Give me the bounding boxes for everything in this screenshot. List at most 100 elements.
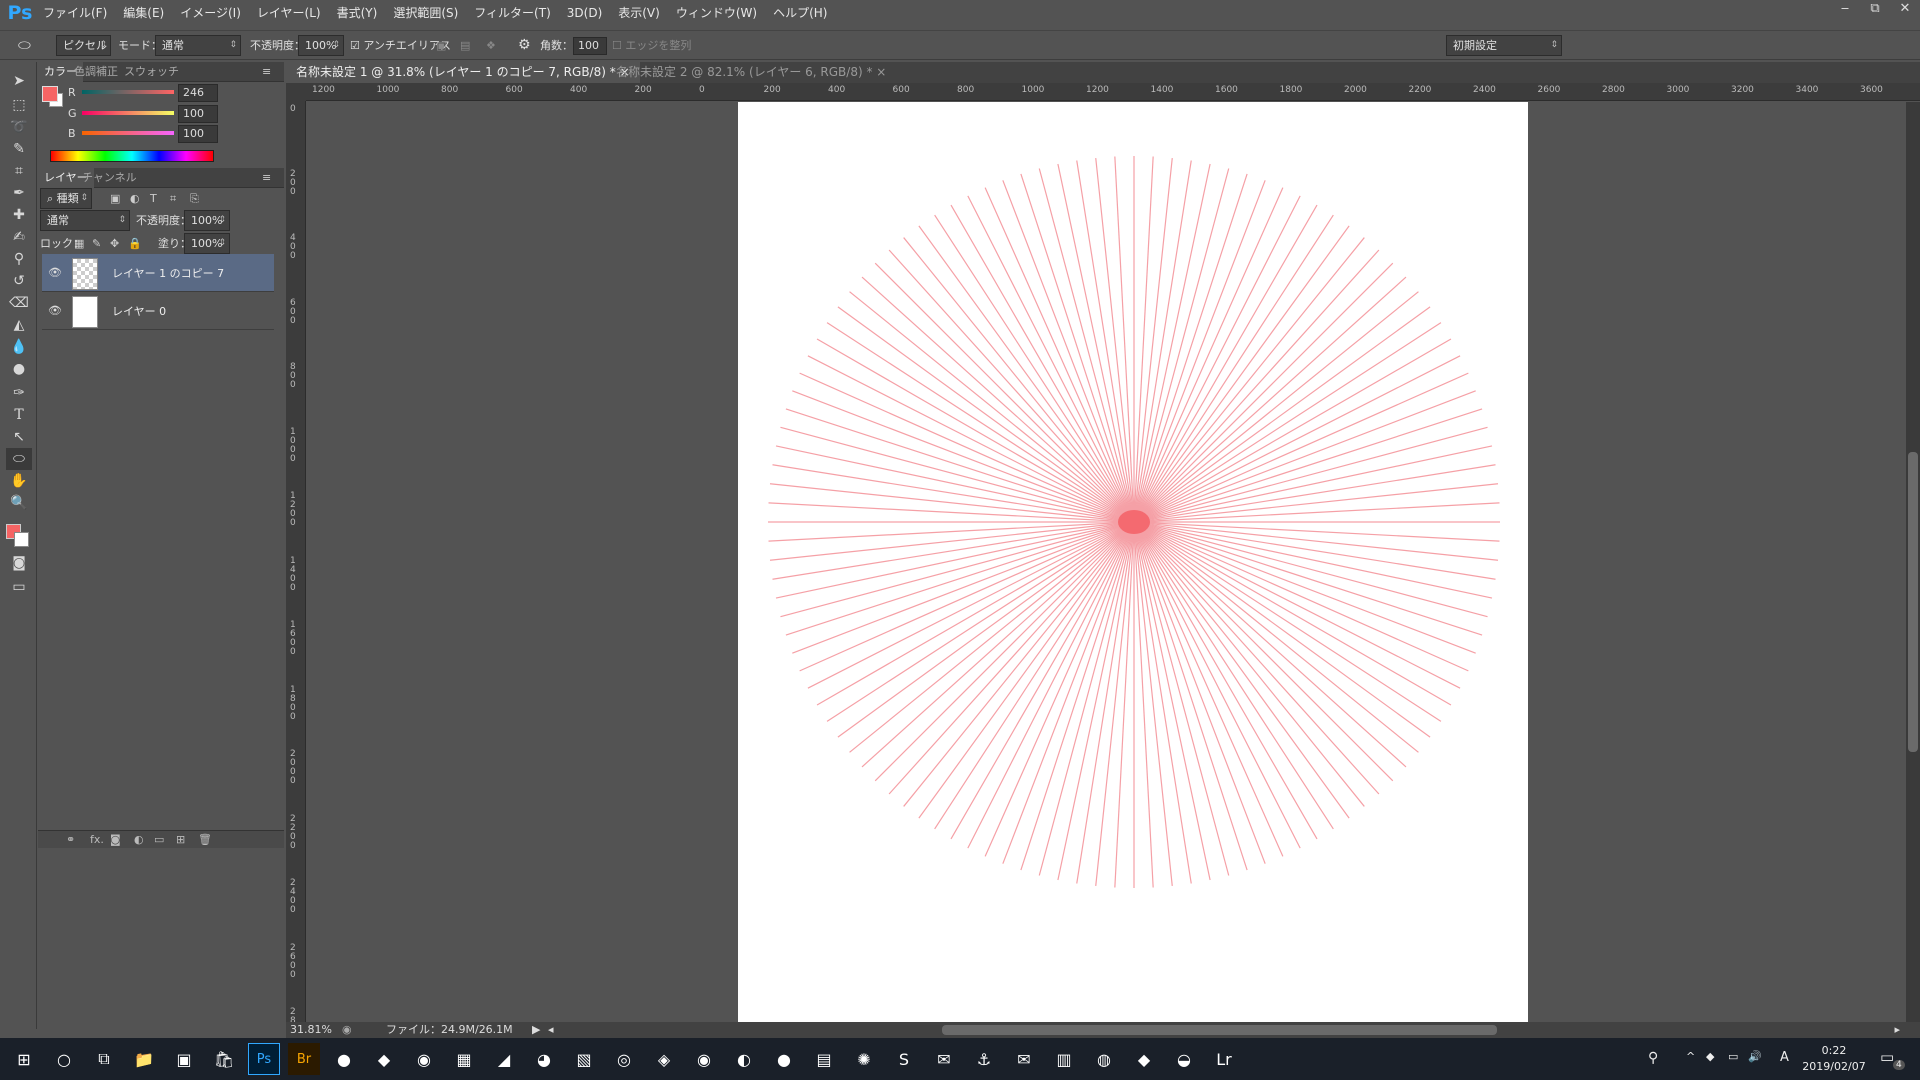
minimize-button[interactable]: ‒	[1830, 0, 1860, 20]
taskbar-app-icon[interactable]: ◕	[528, 1043, 560, 1075]
taskbar-app-icon[interactable]: ✺	[848, 1043, 880, 1075]
taskbar-app-icon[interactable]: ▦	[448, 1043, 480, 1075]
link-icon[interactable]: ⚭	[66, 831, 75, 852]
filter-shape-icon[interactable]: ⌗	[170, 188, 176, 209]
tool-mode-dropdown[interactable]: ピクセル	[56, 35, 111, 56]
taskbar-app-icon[interactable]: Br	[288, 1043, 320, 1075]
hand-tool-icon[interactable]: ✋	[6, 470, 32, 492]
menu-item-8[interactable]: 表示(V)	[610, 0, 668, 26]
fill-input[interactable]: 100%	[184, 233, 230, 254]
taskbar-app-icon[interactable]: ⧉	[88, 1043, 120, 1075]
path-align-icon[interactable]: ▤	[460, 35, 470, 56]
path-select-icon[interactable]: ↖	[6, 426, 32, 448]
taskbar-app-icon[interactable]: ●	[328, 1043, 360, 1075]
menu-item-1[interactable]: 編集(E)	[115, 0, 172, 26]
tab-swatches[interactable]: スウォッチ	[118, 62, 185, 82]
opacity-input[interactable]: 100%	[298, 35, 344, 56]
stamp-tool-icon[interactable]: ⚲	[6, 248, 32, 270]
close-tab-icon[interactable]: ×	[876, 65, 886, 79]
taskbar-app-icon[interactable]: ✉	[1008, 1043, 1040, 1075]
fx-button[interactable]: fx.	[90, 831, 104, 852]
zoom-tool-icon[interactable]: 🔍	[6, 492, 32, 514]
new-layer-icon[interactable]: ⊞	[176, 831, 185, 852]
taskbar-app-icon[interactable]: ◉	[688, 1043, 720, 1075]
b-slider[interactable]	[82, 131, 174, 135]
lock-all-icon[interactable]: 🔒	[128, 233, 142, 254]
color-panel-foreground[interactable]	[42, 86, 58, 102]
filter-smart-icon[interactable]: ⎘	[190, 188, 199, 209]
horizontal-scroll-thumb[interactable]	[942, 1025, 1497, 1035]
tab-channels[interactable]: チャンネル	[76, 168, 143, 188]
ime-indicator[interactable]: A	[1780, 1050, 1789, 1065]
g-input[interactable]: 100	[178, 105, 218, 123]
notification-icon[interactable]: ▭	[1880, 1048, 1894, 1066]
menu-item-10[interactable]: ヘルプ(H)	[765, 0, 835, 26]
workspace-dropdown[interactable]: 初期設定	[1446, 35, 1562, 56]
people-icon[interactable]: ⚲	[1648, 1050, 1658, 1066]
taskbar-app-icon[interactable]: ▥	[1048, 1043, 1080, 1075]
screen-mode-icon[interactable]: ▭	[6, 576, 32, 598]
paint-bucket-icon[interactable]: ◭	[6, 314, 32, 336]
layer-row[interactable]: 👁 レイヤー 1 のコピー 7	[42, 254, 274, 292]
quick-select-icon[interactable]: ✎	[6, 138, 32, 160]
filter-pixel-icon[interactable]: ▣	[110, 188, 120, 209]
mask-icon[interactable]: ◙	[110, 831, 121, 852]
menu-item-6[interactable]: フィルター(T)	[466, 0, 558, 26]
network-icon[interactable]: ▭	[1728, 1050, 1738, 1063]
status-menu-arrow[interactable]: ▶	[532, 1022, 540, 1038]
layer-opacity-input[interactable]: 100%	[184, 210, 230, 231]
taskbar-app-icon[interactable]: ◈	[648, 1043, 680, 1075]
shape-tool-icon[interactable]: ⬭	[6, 448, 32, 470]
menu-item-4[interactable]: 書式(Y)	[329, 0, 386, 26]
scroll-right-arrow[interactable]: ▸	[1894, 1022, 1900, 1038]
horizontal-ruler[interactable]: 1200 1000 800 600 400 200 0 200 400 600 800 1000 120…	[306, 83, 1920, 101]
ellipse-tool-icon[interactable]: ⬭	[18, 35, 31, 56]
menu-item-3[interactable]: レイヤー(L)	[249, 0, 329, 26]
type-tool-icon[interactable]: T	[6, 404, 32, 426]
blur-tool-icon[interactable]: 💧	[6, 336, 32, 358]
panel-menu-icon[interactable]: ≡	[256, 62, 277, 82]
eyedropper-icon[interactable]: ✒	[6, 182, 32, 204]
close-button[interactable]: ✕	[1890, 0, 1920, 20]
taskbar-app-icon[interactable]: ▤	[808, 1043, 840, 1075]
layer-blend-dropdown[interactable]: 通常	[40, 210, 130, 231]
brush-tool-icon[interactable]: ✍	[6, 226, 32, 248]
tray-chevron-icon[interactable]: ^	[1686, 1050, 1695, 1063]
healing-brush-icon[interactable]: ✚	[6, 204, 32, 226]
layer-filter-dropdown[interactable]: ⌕ 種類	[40, 188, 92, 209]
info-icon[interactable]: ◉	[342, 1022, 352, 1038]
trash-icon[interactable]: 🗑	[198, 831, 212, 852]
vertical-scrollbar[interactable]	[1906, 102, 1920, 1080]
taskbar-app-icon[interactable]: ◆	[1128, 1043, 1160, 1075]
taskbar-app-icon[interactable]: ◐	[728, 1043, 760, 1075]
b-input[interactable]: 100	[178, 125, 218, 143]
menu-item-2[interactable]: イメージ(I)	[172, 0, 249, 26]
path-arrange-icon[interactable]: ❖	[486, 35, 496, 56]
corners-input[interactable]: 100	[573, 37, 607, 55]
history-brush-icon[interactable]: ↺	[6, 270, 32, 292]
blend-mode-dropdown[interactable]: 通常	[155, 35, 241, 56]
taskbar-app-icon[interactable]: ◆	[368, 1043, 400, 1075]
lock-position-icon[interactable]: ✥	[110, 233, 119, 254]
filter-type-icon[interactable]: T	[150, 188, 157, 209]
zoom-level[interactable]: 31.81%	[290, 1022, 332, 1038]
taskbar-app-icon[interactable]: 🛍	[208, 1043, 240, 1075]
taskbar-app-icon[interactable]: ✉	[928, 1043, 960, 1075]
quick-mask-icon[interactable]: ◙	[6, 552, 32, 574]
align-edges-checkbox[interactable]: ☐ エッジを整列	[612, 35, 691, 56]
taskbar-app-icon[interactable]: 📁	[128, 1043, 160, 1075]
taskbar-app-icon[interactable]: ⊞	[8, 1043, 40, 1075]
taskbar-app-icon[interactable]: ◎	[608, 1043, 640, 1075]
taskbar-app-icon[interactable]: Lr	[1208, 1043, 1240, 1075]
taskbar-app-icon[interactable]: ◉	[408, 1043, 440, 1075]
path-op-icon[interactable]: ▣	[436, 35, 446, 56]
taskbar-app-icon[interactable]: ▧	[568, 1043, 600, 1075]
taskbar-app-icon[interactable]: ▣	[168, 1043, 200, 1075]
layer-row[interactable]: 👁 レイヤー 0	[42, 292, 274, 330]
taskbar-app-icon[interactable]: ●	[768, 1043, 800, 1075]
document-canvas[interactable]	[738, 102, 1528, 1022]
menu-item-5[interactable]: 選択範囲(S)	[385, 0, 466, 26]
r-input[interactable]: 246	[178, 84, 218, 102]
pen-tool-icon[interactable]: ✑	[6, 382, 32, 404]
lock-paint-icon[interactable]: ✎	[92, 233, 101, 254]
